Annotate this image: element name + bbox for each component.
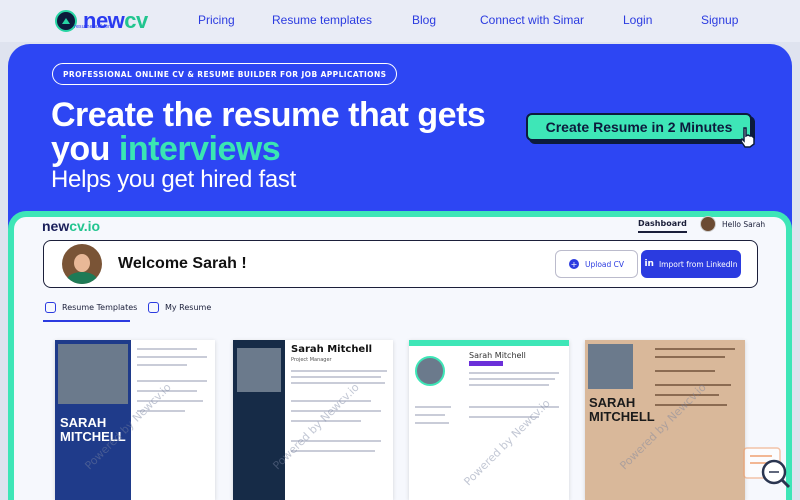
nav-link-resume-templates[interactable]: Resume templates <box>272 13 372 27</box>
template-name: Sarah Mitchell <box>291 344 373 355</box>
logo-text: newcv <box>83 8 148 33</box>
user-greeting-text: Hello Sarah <box>722 219 766 229</box>
nav-link-connect[interactable]: Connect with Simar <box>480 13 584 27</box>
upload-cv-label: Upload CV <box>584 259 625 269</box>
hero-headline-line1: Create the resume that gets <box>51 96 486 134</box>
watermark: Powered by Newcv.io <box>461 396 553 489</box>
tab-label: Resume Templates <box>62 303 138 312</box>
template-card[interactable]: Sarah Mitchell Project Manager Powered b… <box>233 340 393 500</box>
create-resume-button[interactable]: Create Resume in 2 Minutes <box>526 113 752 141</box>
tab-resume-templates[interactable]: Resume Templates <box>45 302 137 313</box>
nav-link-signup[interactable]: Signup <box>701 13 738 27</box>
nav-link-pricing[interactable]: Pricing <box>198 13 235 27</box>
profile-photo <box>58 344 128 404</box>
template-card[interactable]: SARAH MITCHELL Powered by Newcv.io <box>55 340 215 500</box>
import-linkedin-label: Import from LinkedIn <box>658 259 738 269</box>
profile-photo <box>588 344 633 389</box>
tab-label: My Resume <box>165 303 212 312</box>
template-role: Project Manager <box>291 357 332 363</box>
plus-icon: + <box>568 259 579 269</box>
avatar <box>62 244 102 284</box>
logo-tagline: resumebuilder <box>74 24 111 30</box>
hero-subheadline: Helps you get hired fast <box>51 166 296 193</box>
template-icon <box>45 302 56 313</box>
hand-cursor-icon <box>738 126 758 153</box>
hero-tagline-pill: PROFESSIONAL ONLINE CV & RESUME BUILDER … <box>52 63 398 85</box>
import-linkedin-button[interactable]: in Import from LinkedIn <box>641 250 741 278</box>
tab-dashboard[interactable]: Dashboard <box>638 219 687 233</box>
user-greeting[interactable]: Hello Sarah <box>700 216 765 232</box>
welcome-card: Welcome Sarah ! + Upload CV in Import fr… <box>43 240 758 288</box>
template-name: Sarah Mitchell <box>469 351 526 360</box>
top-navbar: newcv resumebuilder Pricing Resume templ… <box>0 0 800 42</box>
upload-cv-button[interactable]: + Upload CV <box>555 250 638 278</box>
profile-photo <box>237 348 281 392</box>
linkedin-icon: in <box>644 259 654 269</box>
nav-link-blog[interactable]: Blog <box>412 13 436 27</box>
site-logo[interactable]: newcv <box>55 8 148 34</box>
template-card[interactable]: SARAH MITCHELL Powered by Newcv.io <box>585 340 745 500</box>
user-icon <box>148 302 159 313</box>
search-widget-icon[interactable] <box>742 446 792 496</box>
template-name: SARAH MITCHELL <box>589 395 655 424</box>
welcome-title: Welcome Sarah ! <box>118 255 247 272</box>
tab-my-resume[interactable]: My Resume <box>148 302 211 313</box>
avatar <box>700 216 716 232</box>
active-tab-indicator <box>43 320 130 322</box>
hero-headline-line2: you interviews <box>51 130 281 168</box>
profile-photo <box>415 356 445 386</box>
app-logo: newcv.io <box>42 218 101 234</box>
template-card[interactable]: Sarah Mitchell Powered by Newcv.io <box>409 340 569 500</box>
nav-link-login[interactable]: Login <box>623 13 652 27</box>
